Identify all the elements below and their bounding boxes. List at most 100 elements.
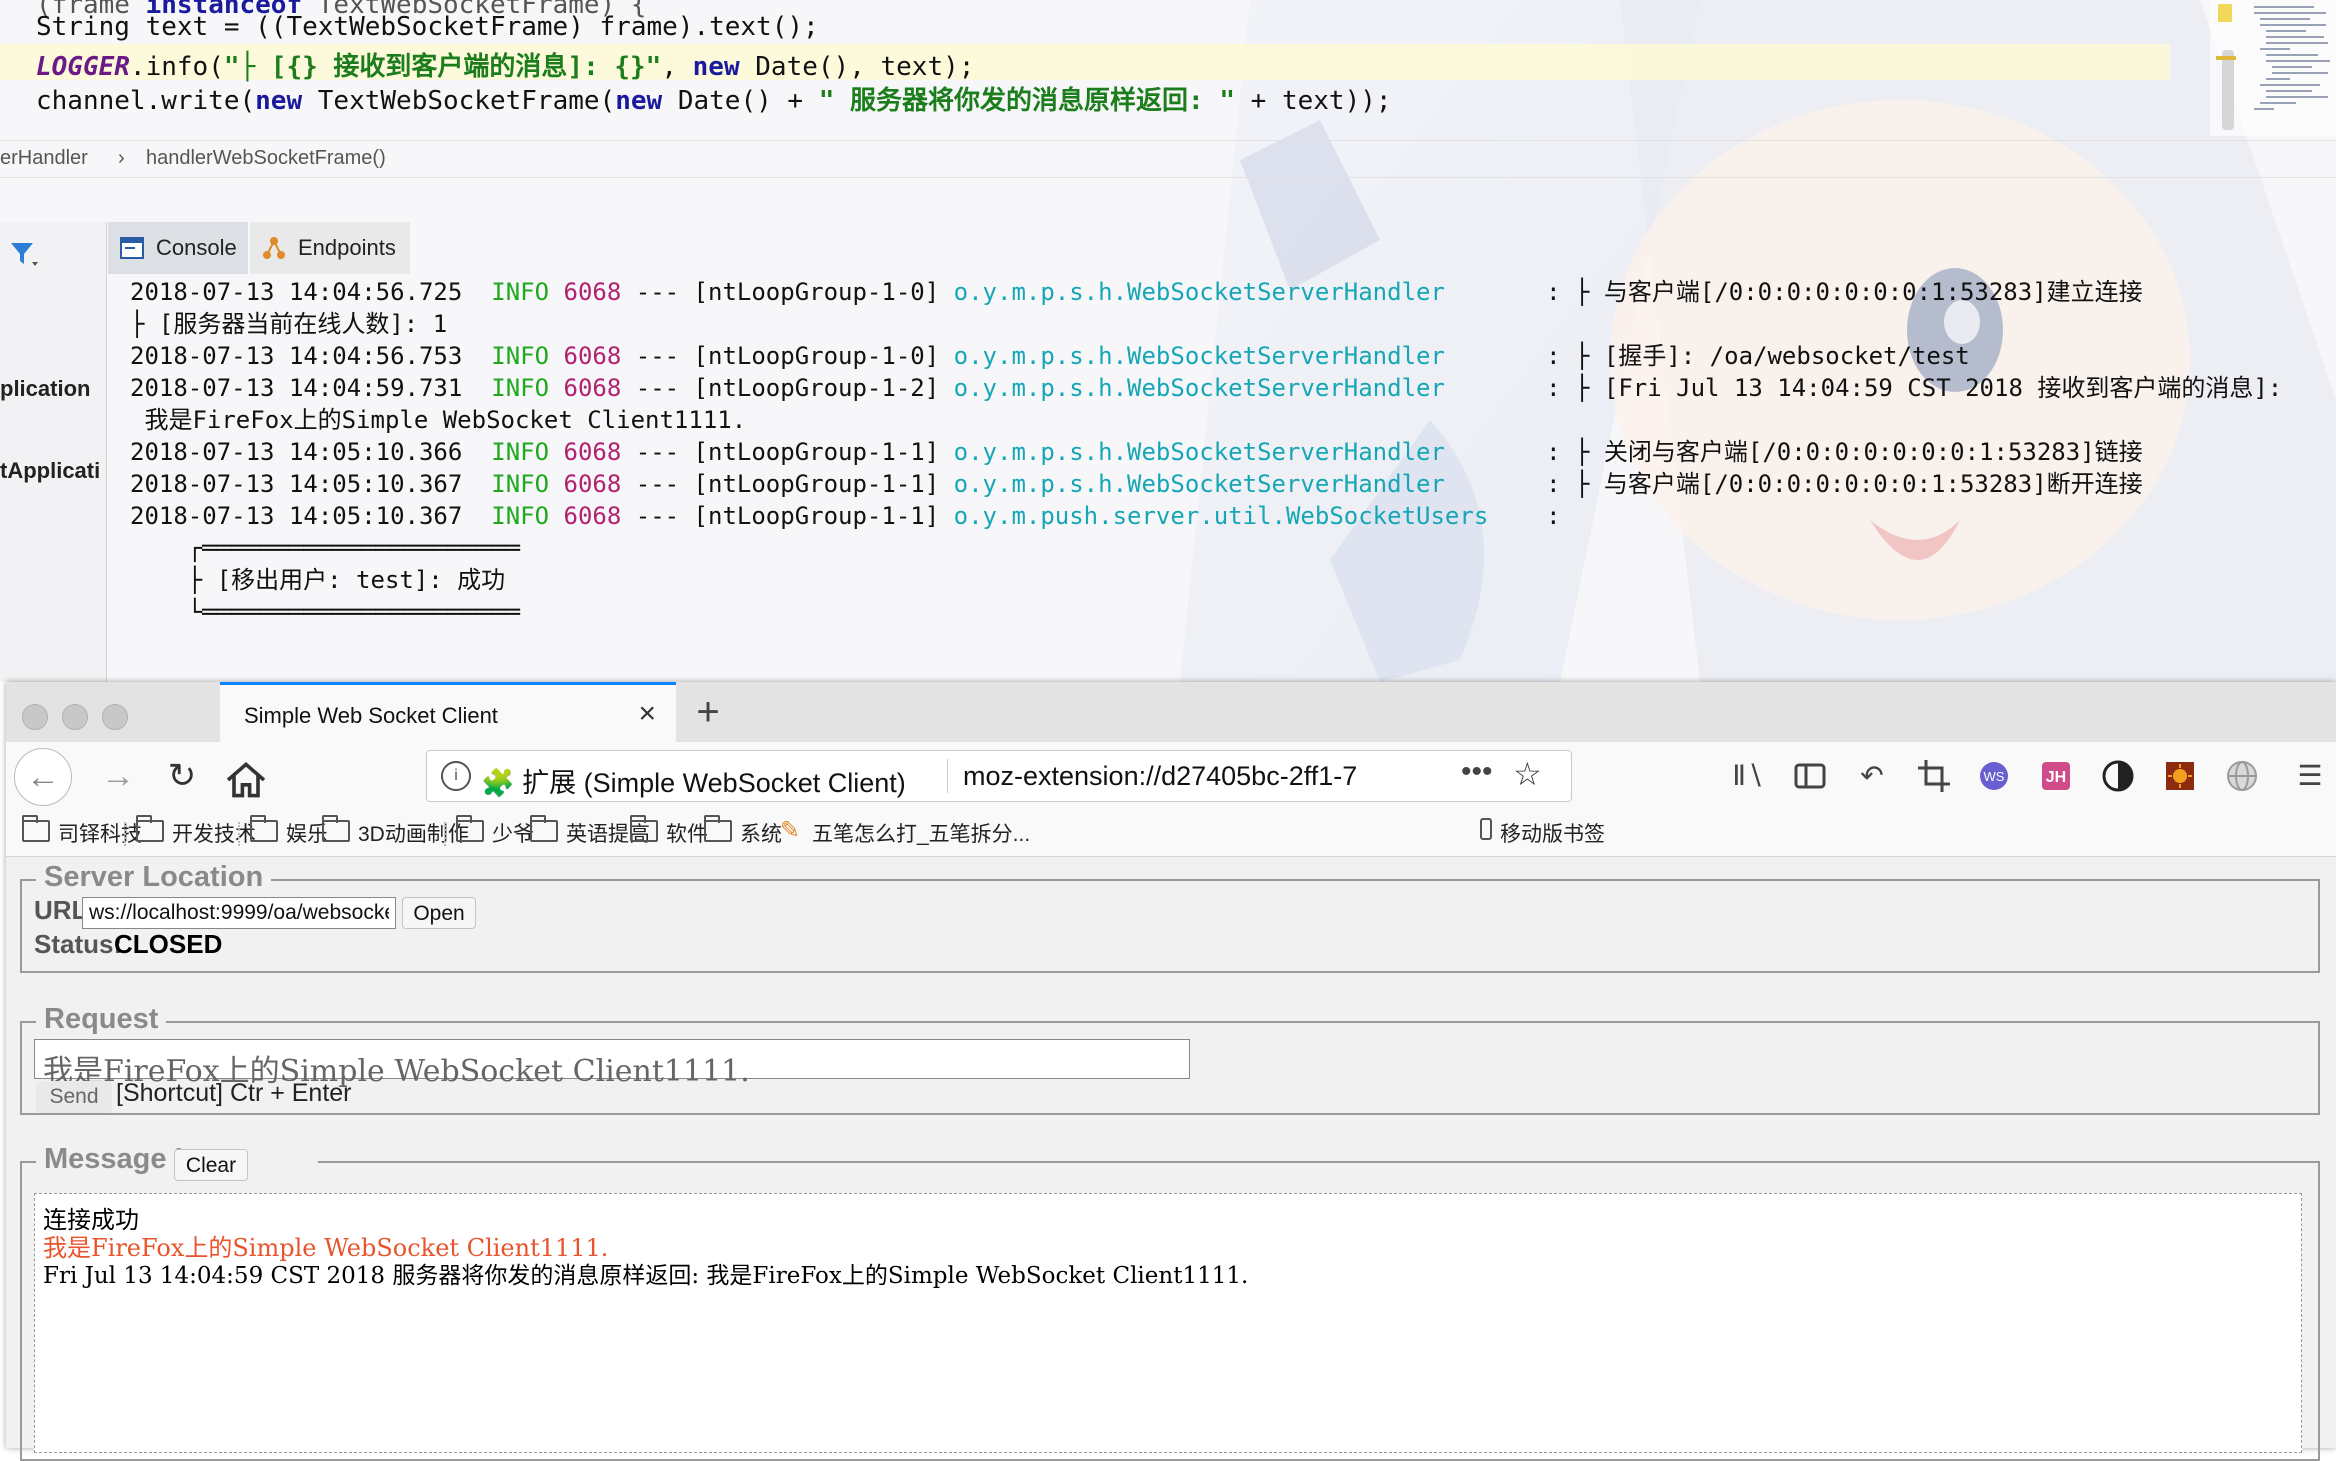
run-tool-left-rail: plication tApplicati bbox=[0, 222, 107, 682]
server-location-section: Server Location URL: Open Status: CLOSED bbox=[20, 861, 2320, 973]
log-line: 2018-07-13 14:04:56.753 INFO 6068 --- [n… bbox=[130, 342, 1970, 370]
browser-tab[interactable]: Simple Web Socket Client × bbox=[220, 682, 676, 742]
breadcrumb: erHandler › handlerWebSocketFrame() bbox=[0, 140, 2336, 178]
bookmark-link[interactable]: ✎ 五笔怎么打_五笔拆分... bbox=[776, 817, 1031, 848]
library-icon[interactable]: Ⅱ∖ bbox=[1728, 756, 1768, 796]
log-line: ├ [服务器当前在线人数]: 1 bbox=[130, 310, 448, 338]
navigation-toolbar: ← → ↻ i 🧩 扩展 (Simple WebSocket Client) m… bbox=[6, 742, 2336, 808]
run-config-application-1[interactable]: plication bbox=[0, 376, 90, 402]
log-line: 2018-07-13 14:05:10.367 INFO 6068 --- [n… bbox=[130, 470, 2143, 498]
extension-icon: 🧩 bbox=[481, 768, 515, 798]
folder-icon bbox=[530, 815, 558, 842]
url-separator bbox=[947, 759, 948, 793]
reload-icon[interactable]: ↻ bbox=[158, 752, 206, 800]
menu-icon[interactable]: ☰ bbox=[2290, 756, 2330, 796]
code-line-3: channel.write(new TextWebSocketFrame(new… bbox=[36, 86, 1392, 116]
shortcut-hint: [Shortcut] Ctr + Enter bbox=[116, 1079, 352, 1107]
extension-identity: 🧩 扩展 (Simple WebSocket Client) bbox=[481, 761, 906, 800]
request-textarea[interactable]: 我是FireFox上的Simple WebSocket Client1111. bbox=[34, 1039, 1190, 1089]
request-legend: Request bbox=[36, 1003, 167, 1036]
close-window-button[interactable] bbox=[22, 704, 48, 730]
address-bar[interactable]: i 🧩 扩展 (Simple WebSocket Client) moz-ext… bbox=[426, 750, 1572, 802]
log-line: 2018-07-13 14:05:10.366 INFO 6068 --- [n… bbox=[130, 438, 2143, 466]
minimize-window-button[interactable] bbox=[62, 704, 88, 730]
console-output[interactable]: 2018-07-13 14:04:56.725 INFO 6068 --- [n… bbox=[108, 276, 2336, 682]
extension-label: 扩展 (Simple WebSocket Client) bbox=[522, 768, 906, 798]
bookmark-separator bbox=[444, 822, 447, 846]
folder-icon bbox=[250, 815, 278, 842]
new-tab-button[interactable]: + bbox=[682, 686, 734, 738]
tab-endpoints[interactable]: Endpoints bbox=[250, 222, 410, 274]
breadcrumb-separator: › bbox=[118, 147, 125, 169]
server-url-input[interactable] bbox=[82, 897, 396, 929]
sun-extension-icon[interactable] bbox=[2160, 756, 2200, 796]
more-icon[interactable]: ••• bbox=[1461, 755, 1493, 789]
bookmark-separator bbox=[238, 822, 241, 846]
jh-extension-icon[interactable]: JH bbox=[2036, 756, 2076, 796]
log-line: 2018-07-13 14:05:10.367 INFO 6068 --- [n… bbox=[130, 502, 1561, 530]
log-line: ├ [移出用户: test]: 成功 bbox=[130, 566, 506, 594]
zoom-window-button[interactable] bbox=[102, 704, 128, 730]
info-icon[interactable]: i bbox=[441, 761, 471, 791]
svg-text:JH: JH bbox=[2046, 769, 2066, 786]
sidebar-icon[interactable] bbox=[1790, 756, 1830, 796]
breadcrumb-class[interactable]: erHandler bbox=[0, 147, 88, 170]
send-button[interactable]: Send bbox=[36, 1081, 112, 1113]
bookmark-label: 五笔怎么打_五笔拆分... bbox=[812, 823, 1031, 846]
folder-icon bbox=[630, 815, 658, 842]
message-log-area[interactable]: 连接成功 我是FireFox上的Simple WebSocket Client1… bbox=[34, 1193, 2302, 1453]
minimap-lines bbox=[2216, 4, 2330, 130]
websocket-client-page: Server Location URL: Open Status: CLOSED… bbox=[6, 857, 2336, 1461]
tab-endpoints-label: Endpoints bbox=[298, 235, 396, 260]
log-line: 我是FireFox上的Simple WebSocket Client1111. bbox=[130, 406, 747, 434]
back-icon[interactable]: ← bbox=[14, 748, 72, 806]
bookmark-separator bbox=[124, 822, 127, 846]
bookmark-folder[interactable]: 软件 bbox=[630, 815, 708, 848]
undo-icon[interactable]: ↶ bbox=[1852, 756, 1892, 796]
server-location-legend: Server Location bbox=[36, 861, 272, 894]
mobile-bookmarks-label: 移动版书签 bbox=[1500, 823, 1605, 846]
home-icon[interactable] bbox=[222, 756, 270, 804]
url-text[interactable]: moz-extension://d27405bc-2ff1-7 bbox=[963, 761, 1357, 792]
privacy-icon[interactable] bbox=[2098, 756, 2138, 796]
crop-icon[interactable] bbox=[1914, 756, 1954, 796]
svg-text:WS: WS bbox=[1984, 769, 2005, 784]
code-editor[interactable]: (frame instanceof TextWebSocketFrame) { … bbox=[0, 0, 2170, 136]
tab-console[interactable]: Console bbox=[108, 222, 248, 274]
clear-button[interactable]: Clear bbox=[174, 1149, 248, 1181]
bookmark-folder[interactable]: 娱乐 bbox=[250, 815, 328, 848]
code-line-2: LOGGER.info("├ [{} 接收到客户端的消息]: {}", new … bbox=[36, 52, 975, 82]
open-button[interactable]: Open bbox=[402, 897, 476, 929]
filter-icon[interactable] bbox=[8, 238, 40, 270]
mobile-bookmarks[interactable]: 移动版书签 bbox=[1480, 818, 1605, 848]
bookmark-label: 软件 bbox=[666, 823, 708, 846]
browser-tab-title: Simple Web Socket Client bbox=[244, 703, 498, 728]
log-line: └══════════════════════ bbox=[130, 598, 521, 626]
message-log-section: Message Log Clear 连接成功 我是FireFox上的Simple… bbox=[20, 1143, 2320, 1461]
endpoints-icon bbox=[263, 237, 285, 259]
globe-icon[interactable] bbox=[2222, 756, 2262, 796]
bookmark-folder[interactable]: 少爷 bbox=[456, 815, 534, 848]
bookmark-folder[interactable]: 系统 bbox=[704, 815, 782, 848]
ws-extension-icon[interactable]: WS bbox=[1974, 756, 2014, 796]
mobile-icon bbox=[1480, 818, 1492, 840]
browser-titlebar: Simple Web Socket Client × + bbox=[6, 682, 2336, 742]
log-line: 2018-07-13 14:04:56.725 INFO 6068 --- [n… bbox=[130, 278, 2143, 306]
folder-icon bbox=[456, 815, 484, 842]
request-section: Request 我是FireFox上的Simple WebSocket Clie… bbox=[20, 1003, 2320, 1115]
bookmark-star-icon[interactable]: ☆ bbox=[1513, 755, 1542, 793]
log-message-received: Fri Jul 13 14:04:59 CST 2018 服务器将你发的消息原样… bbox=[43, 1263, 1249, 1289]
log-line: ┌══════════════════════ bbox=[130, 534, 521, 562]
bookmarks-toolbar: 司铎科技 开发技术 娱乐 3D动画制作 少爷 英语提高 软件 系统 ✎ 五笔怎么打… bbox=[6, 808, 2336, 857]
code-minimap[interactable] bbox=[2210, 0, 2336, 136]
status-label: Status: bbox=[34, 929, 123, 959]
close-tab-icon[interactable]: × bbox=[638, 697, 656, 731]
firefox-window: Simple Web Socket Client × + ← → ↻ i 🧩 扩… bbox=[6, 682, 2336, 1461]
ide-window: (frame instanceof TextWebSocketFrame) { … bbox=[0, 0, 2336, 682]
folder-icon bbox=[322, 815, 350, 842]
tab-console-label: Console bbox=[156, 235, 237, 260]
run-config-application-2[interactable]: tApplicati bbox=[0, 458, 100, 484]
forward-icon[interactable]: → bbox=[94, 752, 142, 800]
bookmark-label: 开发技术 bbox=[172, 823, 256, 846]
breadcrumb-method[interactable]: handlerWebSocketFrame() bbox=[146, 147, 386, 170]
